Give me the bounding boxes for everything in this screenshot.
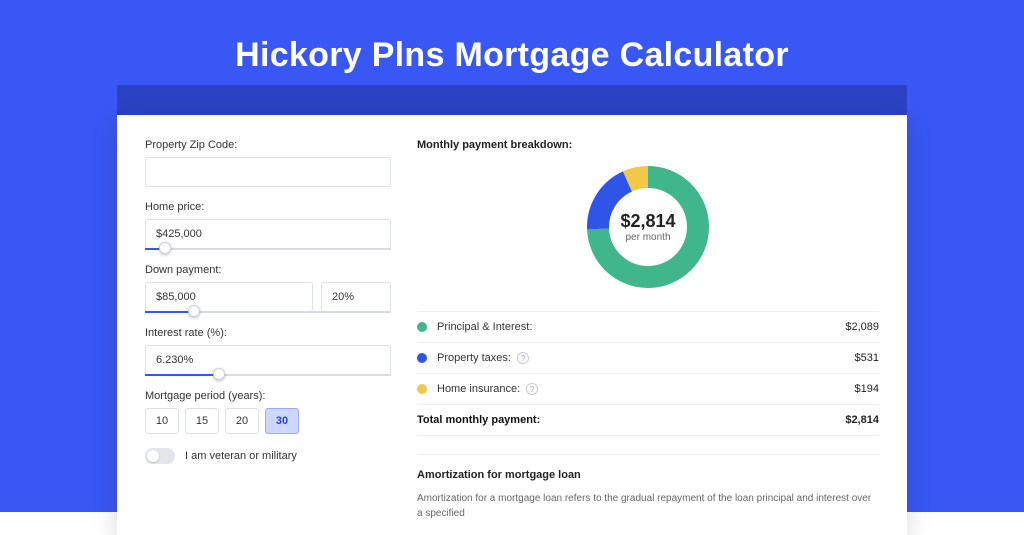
interest-slider[interactable] <box>145 374 391 376</box>
legend-label: Home insurance: ? <box>437 383 855 395</box>
donut-center: $2,814 per month <box>582 161 714 293</box>
page-title: Hickory Plns Mortgage Calculator <box>0 36 1024 75</box>
slider-thumb[interactable] <box>188 305 200 317</box>
interest-label: Interest rate (%): <box>145 327 391 339</box>
home-price-slider[interactable] <box>145 248 391 250</box>
info-icon[interactable]: ? <box>526 383 538 395</box>
legend-text: Principal & Interest: <box>437 321 532 333</box>
slider-fill <box>145 311 194 313</box>
slider-fill <box>145 374 219 376</box>
donut-amount: $2,814 <box>620 211 675 232</box>
zip-field: Property Zip Code: <box>145 139 391 187</box>
legend: Principal & Interest: $2,089 Property ta… <box>417 311 879 436</box>
slider-thumb[interactable] <box>159 242 171 254</box>
period-10[interactable]: 10 <box>145 408 179 434</box>
legend-text: Property taxes: <box>437 352 511 364</box>
dot-icon <box>417 322 427 332</box>
interest-input[interactable] <box>145 345 391 375</box>
dot-icon <box>417 384 427 394</box>
period-20[interactable]: 20 <box>225 408 259 434</box>
donut-chart: $2,814 per month <box>582 161 714 293</box>
down-payment-label: Down payment: <box>145 264 391 276</box>
down-payment-field: Down payment: <box>145 264 391 313</box>
amortization-title: Amortization for mortgage loan <box>417 469 879 481</box>
legend-row-ins: Home insurance: ? $194 <box>417 374 879 405</box>
card-header-strip <box>117 85 907 115</box>
total-value: $2,814 <box>845 414 879 426</box>
info-icon[interactable]: ? <box>517 352 529 364</box>
legend-value: $531 <box>855 352 879 364</box>
zip-input[interactable] <box>145 157 391 187</box>
legend-value: $194 <box>855 383 879 395</box>
legend-row-pi: Principal & Interest: $2,089 <box>417 312 879 343</box>
period-label: Mortgage period (years): <box>145 390 391 402</box>
input-column: Property Zip Code: Home price: Down paym… <box>145 139 391 521</box>
legend-label: Principal & Interest: <box>437 321 845 333</box>
interest-field: Interest rate (%): <box>145 327 391 376</box>
hero-panel: Hickory Plns Mortgage Calculator Propert… <box>0 0 1024 512</box>
down-payment-slider[interactable] <box>145 311 391 313</box>
legend-text: Home insurance: <box>437 383 520 395</box>
breakdown-title: Monthly payment breakdown: <box>417 139 879 151</box>
amortization-text: Amortization for a mortgage loan refers … <box>417 491 879 521</box>
home-price-input[interactable] <box>145 219 391 249</box>
period-options: 10 15 20 30 <box>145 408 391 434</box>
home-price-field: Home price: <box>145 201 391 250</box>
down-payment-percent-input[interactable] <box>321 282 391 312</box>
period-30[interactable]: 30 <box>265 408 299 434</box>
legend-label: Property taxes: ? <box>437 352 855 364</box>
down-payment-amount-input[interactable] <box>145 282 313 312</box>
dot-icon <box>417 353 427 363</box>
breakdown-column: Monthly payment breakdown: $2,814 per mo… <box>417 139 879 521</box>
zip-label: Property Zip Code: <box>145 139 391 151</box>
legend-value: $2,089 <box>845 321 879 333</box>
donut-sub: per month <box>625 232 670 243</box>
period-15[interactable]: 15 <box>185 408 219 434</box>
veteran-label: I am veteran or military <box>185 450 297 462</box>
amortization-section: Amortization for mortgage loan Amortizat… <box>417 454 879 521</box>
veteran-toggle[interactable] <box>145 448 175 464</box>
legend-row-tax: Property taxes: ? $531 <box>417 343 879 374</box>
slider-thumb[interactable] <box>213 368 225 380</box>
legend-row-total: Total monthly payment: $2,814 <box>417 405 879 436</box>
period-field: Mortgage period (years): 10 15 20 30 <box>145 390 391 434</box>
veteran-row: I am veteran or military <box>145 448 391 464</box>
home-price-label: Home price: <box>145 201 391 213</box>
donut-chart-wrap: $2,814 per month <box>417 161 879 293</box>
calculator-card: Property Zip Code: Home price: Down paym… <box>117 115 907 535</box>
total-label: Total monthly payment: <box>417 414 845 426</box>
